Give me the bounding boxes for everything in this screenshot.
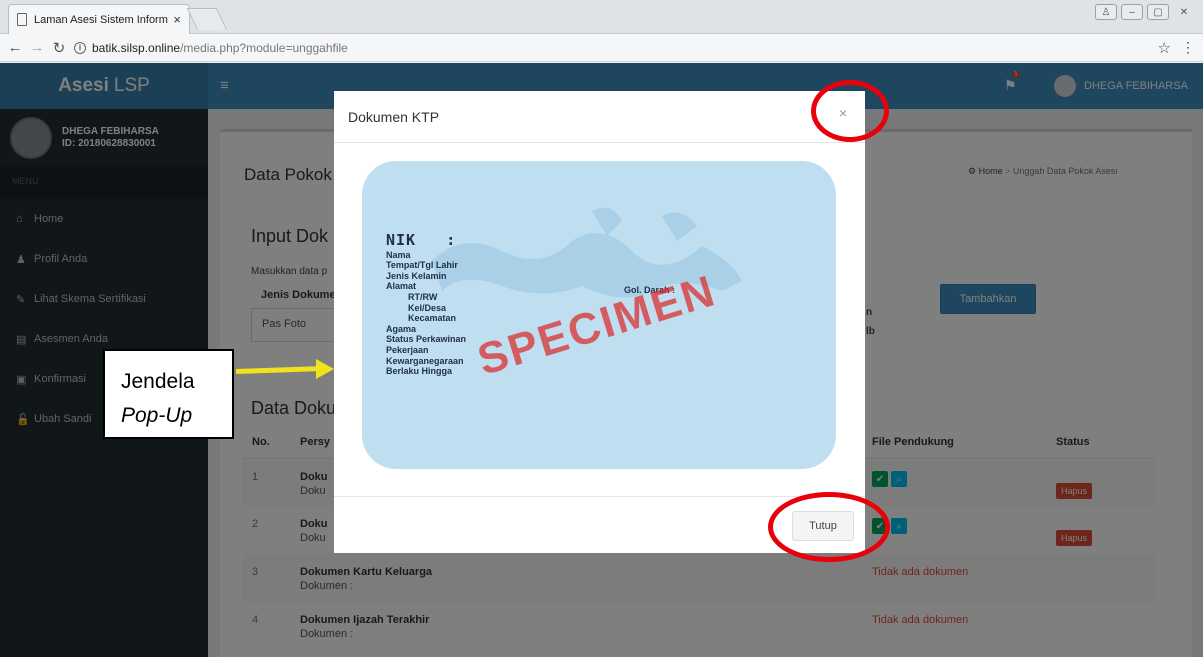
browser-menu-icon[interactable]: ⋮ [1181, 39, 1195, 56]
tab-close-icon[interactable]: × [173, 12, 181, 27]
bookmark-star-icon[interactable]: ☆ [1158, 39, 1171, 57]
ktp-fields: NIK : Nama Tempat/Tgl Lahir Jenis Kelami… [386, 231, 467, 377]
highlight-ring [768, 492, 890, 562]
new-tab-button[interactable] [186, 8, 228, 30]
window-controls: ♙ – ▢ ✕ [1095, 4, 1195, 20]
url-path: /media.php?module=unggahfile [180, 40, 348, 55]
reload-icon[interactable]: ↻ [48, 39, 70, 57]
maximize-icon[interactable]: ▢ [1147, 4, 1169, 20]
ktp-modal: Dokumen KTP × NIK : Nama Tempat/Tgl Lahi… [334, 91, 865, 553]
back-icon[interactable]: ← [4, 39, 26, 56]
profile-icon[interactable]: ♙ [1095, 4, 1117, 20]
modal-title: Dokumen KTP [334, 91, 865, 143]
url-host: batik.silsp.online [92, 40, 181, 55]
tab-title: Laman Asesi Sistem Inform [34, 13, 168, 26]
info-icon[interactable]: i [74, 41, 86, 54]
page-icon [17, 13, 27, 26]
address-bar: ← → ↻ i batik.silsp.online/media.php?mod… [0, 34, 1203, 62]
close-window-icon[interactable]: ✕ [1173, 4, 1195, 20]
browser-tab-bar: Laman Asesi Sistem Inform × ♙ – ▢ ✕ [0, 0, 1203, 34]
browser-tab[interactable]: Laman Asesi Sistem Inform × [8, 4, 190, 34]
forward-icon[interactable]: → [26, 39, 48, 56]
minimize-icon[interactable]: – [1121, 4, 1143, 20]
annotation-callout: Jendela Pop-Up [103, 349, 234, 439]
highlight-ring [811, 80, 889, 142]
url-input[interactable]: i batik.silsp.online/media.php?module=un… [74, 37, 1152, 59]
arrow-head-icon [316, 359, 334, 379]
ktp-image: NIK : Nama Tempat/Tgl Lahir Jenis Kelami… [362, 161, 836, 469]
